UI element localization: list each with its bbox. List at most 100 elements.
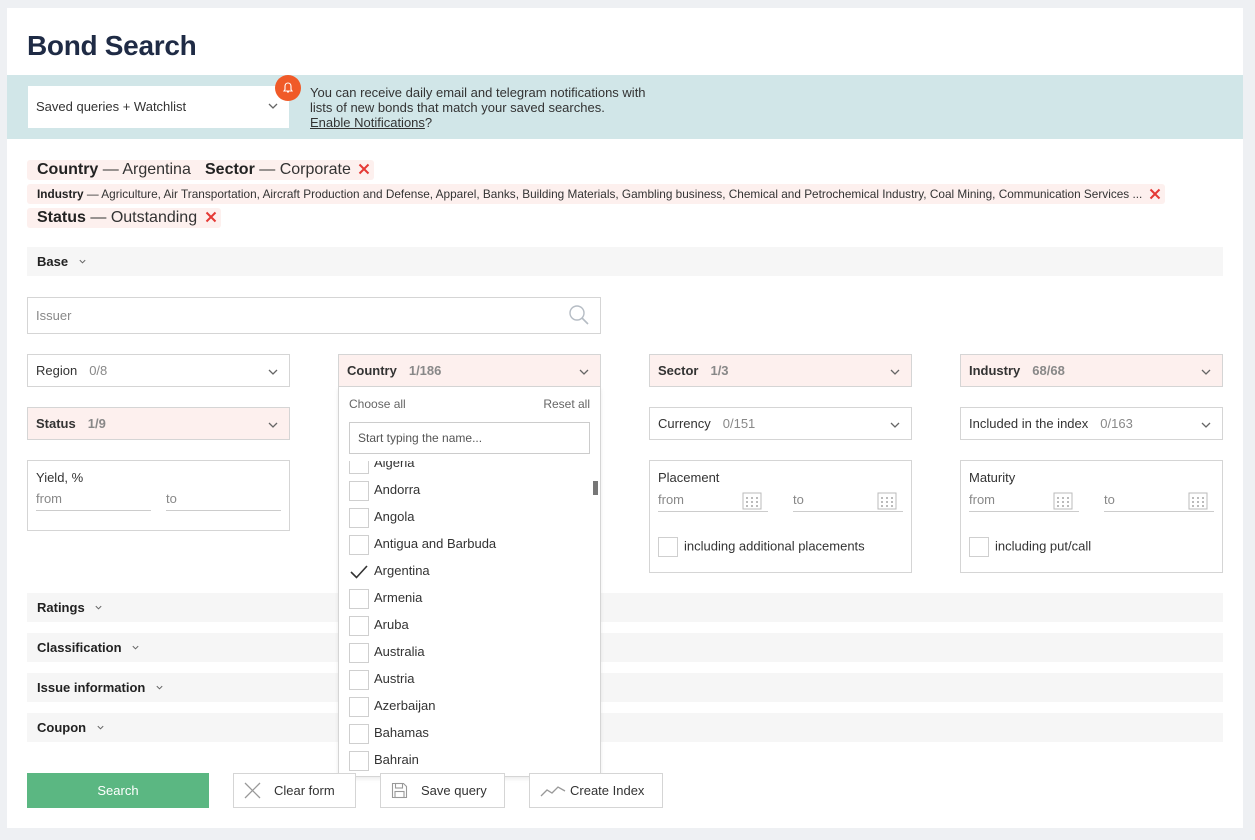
list-item[interactable]: Bahamas [349,723,429,750]
industry-dropdown[interactable]: Industry 68/68 [960,354,1223,387]
calendar-icon[interactable] [742,492,762,510]
search-button[interactable]: Search [27,773,209,808]
remove-filter-icon[interactable] [205,211,217,223]
yield-range: Yield, % from to [27,460,290,531]
calendar-icon[interactable] [1053,492,1073,510]
filter-separator: — [90,209,107,226]
notification-suffix: ? [424,115,433,130]
checkbox[interactable] [349,723,369,744]
choose-all-link[interactable]: Choose all [349,397,406,411]
checkbox[interactable] [349,480,369,501]
filter-chip-value: Corporate [279,161,351,178]
chevron-down-icon [1201,369,1211,375]
reset-all-link[interactable]: Reset all [543,397,590,411]
save-icon [391,782,408,799]
checkbox[interactable] [349,642,369,663]
scrollbar-thumb[interactable] [593,481,598,495]
put-call-label: including put/call [995,538,1092,554]
section-base[interactable]: Base [27,247,1223,276]
index-dropdown[interactable]: Included in the index 0/163 [960,407,1223,440]
filter-separator: — [259,161,276,178]
list-item[interactable]: Australia [349,642,425,669]
list-item[interactable]: Azerbaijan [349,696,435,723]
put-call-checkbox[interactable]: including put/call [969,537,1091,557]
checkbox[interactable] [969,537,989,557]
section-ratings[interactable]: Ratings [27,593,1223,622]
country-list: Algeria Andorra Angola Antigua and Barbu… [349,461,590,776]
calendar-icon[interactable] [1188,492,1208,510]
status-label: Status [36,416,76,431]
currency-dropdown[interactable]: Currency 0/151 [649,407,912,440]
checkbox-checked[interactable] [349,562,369,582]
section-issue-information-label: Issue information [37,680,146,695]
list-item[interactable]: Aruba [349,615,409,642]
issuer-search-field[interactable] [27,297,601,334]
checkbox[interactable] [349,507,369,528]
yield-title: Yield, % [36,470,84,485]
checkbox[interactable] [349,696,369,717]
list-item[interactable]: Austria [349,669,414,696]
country-name: Antigua and Barbuda [374,536,497,551]
checkbox[interactable] [658,537,678,557]
yield-from-field[interactable]: from [36,489,151,511]
maturity-to-placeholder: to [1104,492,1115,507]
filter-chip-value: Argentina [122,161,191,178]
list-item[interactable]: Algeria [349,461,414,480]
save-query-button[interactable]: Save query [380,773,505,808]
list-item[interactable]: Armenia [349,588,422,615]
notification-bar: Saved queries + Watchlist You can receiv… [7,75,1243,139]
country-name: Andorra [374,482,421,497]
chevron-down-icon [890,369,900,375]
maturity-to-field[interactable]: to [1104,490,1214,512]
enable-notifications-link[interactable]: Enable Notifications [310,115,425,130]
create-index-button[interactable]: Create Index [529,773,663,808]
filter-chip-label: Status [37,209,86,226]
filter-chip-label: Sector [205,161,255,178]
region-dropdown[interactable]: Region 0/8 [27,354,290,387]
list-item[interactable]: Andorra [349,480,420,507]
remove-filter-icon[interactable] [358,163,370,175]
placement-from-field[interactable]: from [658,490,768,512]
chevron-down-icon [132,645,139,650]
industry-count: 68/68 [1032,363,1065,378]
clear-form-button[interactable]: Clear form [233,773,356,808]
list-item[interactable]: Antigua and Barbuda [349,534,496,561]
country-name: Argentina [374,563,430,578]
country-dropdown[interactable]: Country 1/186 [338,354,601,387]
bell-icon [275,75,301,101]
saved-queries-select[interactable]: Saved queries + Watchlist [28,86,289,128]
sector-dropdown[interactable]: Sector 1/3 [649,354,912,387]
checkbox[interactable] [349,461,369,474]
placement-to-field[interactable]: to [793,490,903,512]
maturity-from-field[interactable]: from [969,490,1079,512]
section-issue-information[interactable]: Issue information [27,673,1223,702]
remove-filter-icon[interactable] [1149,188,1161,200]
section-coupon[interactable]: Coupon [27,713,1223,742]
section-base-label: Base [37,254,69,269]
region-label: Region [36,363,78,378]
placement-to-placeholder: to [793,492,804,507]
issuer-input[interactable] [28,298,548,333]
yield-to-field[interactable]: to [166,489,281,511]
country-label: Country [347,363,397,378]
checkbox[interactable] [349,615,369,636]
checkbox[interactable] [349,750,369,771]
section-classification[interactable]: Classification [27,633,1223,662]
bond-search-card: Bond Search Saved queries + Watchlist Yo… [7,8,1243,828]
chart-line-icon [540,786,566,797]
country-search-input[interactable]: Start typing the name... [349,422,590,454]
list-item[interactable]: Angola [349,507,414,534]
calendar-icon[interactable] [877,492,897,510]
sector-label: Sector [658,363,699,378]
index-label: Included in the index [969,416,1089,431]
placement-from-placeholder: from [658,492,684,507]
checkbox[interactable] [349,534,369,555]
status-dropdown[interactable]: Status 1/9 [27,407,290,440]
search-icon[interactable] [568,304,590,326]
checkbox[interactable] [349,588,369,609]
filter-chip-value: Agriculture, Air Transportation, Aircraf… [101,187,1143,201]
checkbox[interactable] [349,669,369,690]
list-item[interactable]: Argentina [349,561,430,588]
sector-count: 1/3 [710,363,729,378]
additional-placements-checkbox[interactable]: including additional placements [658,537,865,557]
